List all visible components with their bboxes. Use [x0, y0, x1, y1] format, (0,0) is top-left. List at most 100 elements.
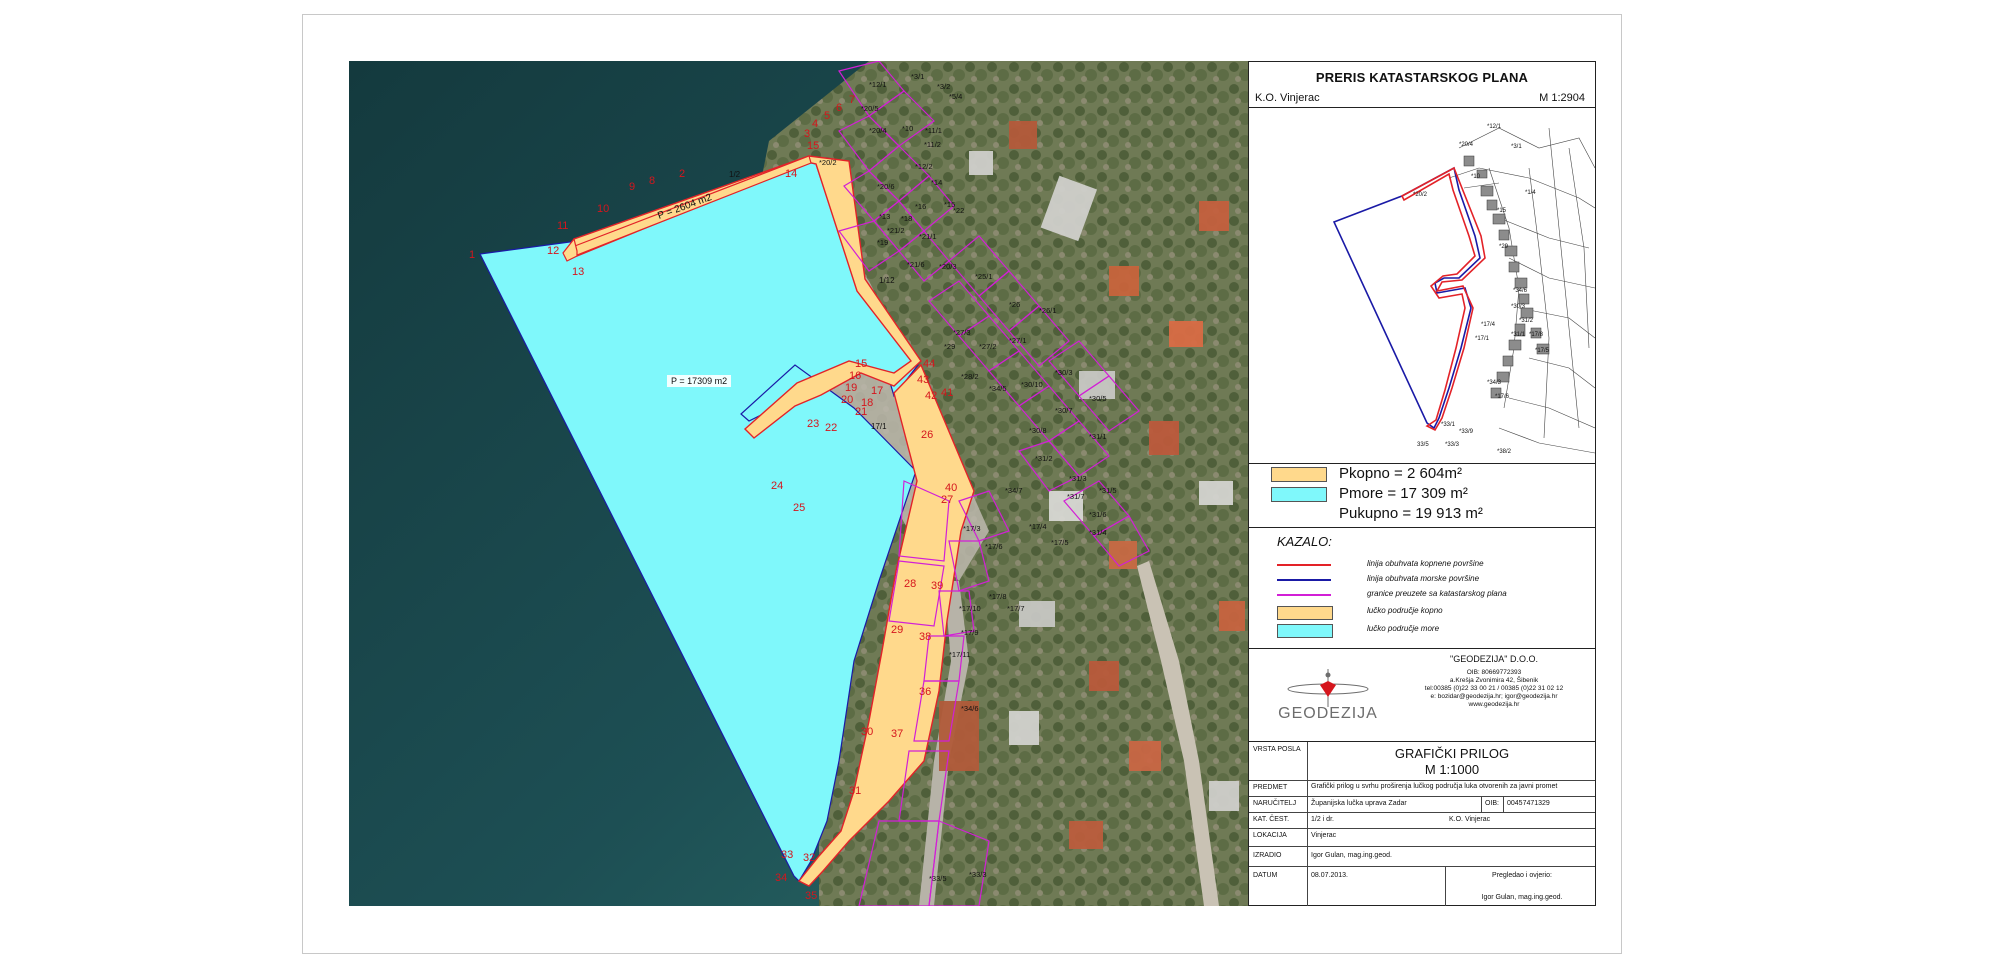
- parcel-number: *11/1: [925, 126, 942, 135]
- parcel-number: *17/4: [1029, 522, 1047, 531]
- panel-title: PRERIS KATASTARSKOG PLANA: [1315, 70, 1529, 85]
- parcel-number: *30/7: [1055, 406, 1073, 415]
- parcel-number: *26/1: [1039, 306, 1057, 315]
- overview-parcel-label: *17/1: [1475, 336, 1490, 342]
- swatch-kopno: [1271, 467, 1327, 482]
- survey-point-label: 2: [679, 168, 685, 180]
- overview-parcel-label: *17/8: [1529, 332, 1544, 338]
- logo-mark-icon: [1287, 669, 1369, 707]
- survey-point-label: 43: [917, 374, 929, 386]
- tb-value: Vinjerac: [1311, 832, 1337, 839]
- overview-parcel-label: *34/6: [1513, 288, 1528, 294]
- tb-value: Igor Gulan, mag.ing.geod.: [1311, 852, 1392, 859]
- parcel-number: *30/3: [1055, 368, 1073, 377]
- parcel-number: *19: [877, 238, 888, 247]
- panel-scale: M 1:2904: [1539, 92, 1585, 104]
- parcel-number: *33/3: [969, 870, 987, 879]
- parcel-number: *27/3: [953, 328, 971, 337]
- tb-kat-row: KAT. ČEST. 1/2 i dr. K.O. Vinjerac: [1249, 812, 1595, 829]
- overview-buildings: [1463, 155, 1550, 399]
- map-canvas: P = 2604 m2 P = 17309 m2 1/2 1/12 17/1 1…: [349, 61, 1248, 906]
- tb-label: KAT. ČEST.: [1253, 816, 1290, 823]
- survey-point-label: 27: [941, 494, 953, 506]
- overview-parcel-label: *15: [1497, 208, 1507, 214]
- survey-point-label: 32: [803, 852, 815, 864]
- survey-point-label: 24: [771, 480, 783, 492]
- tb-vrsta-row: VRSTA POSLA GRAFIČKI PRILOG M 1:1000: [1249, 742, 1595, 781]
- survey-point-label: 38: [919, 631, 931, 643]
- overview-parcel-label: *33/1: [1441, 422, 1456, 428]
- tb-predmet-row: PREDMET Grafički prilog u svrhu proširen…: [1249, 780, 1595, 797]
- parcel-number: *31/2: [1035, 454, 1053, 463]
- parcel-number: *10: [902, 124, 913, 133]
- tb-value: 00457471329: [1507, 800, 1550, 807]
- legend-line-red: [1277, 564, 1331, 566]
- company-block: GEODEZIJA "GEODEZIJA" D.O.O. OIB: 806697…: [1249, 649, 1595, 742]
- company-info-line: OIB: 80669772393: [1466, 669, 1522, 676]
- survey-point-label: 15: [807, 140, 819, 152]
- survey-point-label: 7: [849, 94, 855, 106]
- parcel-number: *33/5: [929, 874, 947, 883]
- survey-point-label: 30: [861, 726, 873, 738]
- survey-point-label: 13: [572, 266, 584, 278]
- parcel-number: *12/2: [915, 162, 933, 171]
- overview-parcel-label: *31/1: [1511, 332, 1526, 338]
- area-more: Pmore = 17 309 m²: [1339, 485, 1468, 502]
- parcel-number: *21/6: [907, 260, 925, 269]
- logo-text: GEODEZIJA: [1278, 705, 1378, 722]
- parcel-number: *34/5: [989, 384, 1007, 393]
- survey-point-label: 22: [825, 422, 837, 434]
- parcel-number: *22: [953, 206, 964, 215]
- survey-point-label: 41: [941, 387, 953, 399]
- overview-canvas: *20/4 *20/2 *12/1 *3/1 *10 *1/4 *15 *29 *34/6 *30…: [1332, 124, 1595, 455]
- tb-label: VRSTA POSLA: [1253, 746, 1301, 753]
- legend-item-sea-fill: lučko područje more: [1277, 624, 1577, 638]
- survey-point-label: 8: [649, 175, 655, 187]
- legend-item-parcel-line: granice preuzete sa katastarskog plana: [1277, 589, 1577, 601]
- company-info-line: www.geodezija.hr: [1468, 701, 1520, 708]
- parcel-number: *25/1: [975, 272, 993, 281]
- survey-point-label: 25: [793, 502, 805, 514]
- parcel-number: *17/11: [949, 650, 970, 659]
- survey-point-label: 28: [904, 578, 916, 590]
- company-name: "GEODEZIJA" D.O.O.: [1450, 654, 1538, 664]
- tb-value: Igor Gulan, mag.ing.geod.: [1481, 894, 1563, 901]
- satellite-map[interactable]: P = 2604 m2 P = 17309 m2 1/2 1/12 17/1 1…: [349, 61, 1248, 906]
- parcel-number: *17/6: [985, 542, 1003, 551]
- parcel-number: *28/2: [961, 372, 979, 381]
- parcel-number: *11/2: [924, 140, 941, 149]
- tb-narucitelj-row: NARUČITELJ Županijska lučka uprava Zadar…: [1249, 796, 1595, 813]
- survey-point-label: 18: [861, 397, 873, 409]
- company-info-line: a.Krešja Zvonimira 42, Šibenik: [1449, 677, 1539, 684]
- legend-label: granice preuzete sa katastarskog plana: [1367, 589, 1507, 598]
- swatch-more: [1271, 487, 1327, 502]
- overview-parcel-label: *34/3: [1487, 380, 1502, 386]
- survey-point-label: 11: [557, 220, 568, 232]
- survey-point-label: 33: [781, 849, 793, 861]
- parcel-number: *26: [1009, 300, 1020, 309]
- overview-land-boundary: [1400, 166, 1486, 432]
- tb-datum-row: DATUM 08.07.2013. Pregledao i ovjerio: I…: [1249, 866, 1595, 906]
- parcel-number: *34/7: [1005, 486, 1023, 495]
- company-info-line: tel:00385 (0)22 33 00 21 / 00385 (0)22 3…: [1424, 685, 1564, 692]
- parcel-number: *17/5: [1051, 538, 1069, 547]
- survey-point-label: 9: [629, 181, 635, 193]
- survey-point-label: 16: [849, 370, 861, 382]
- survey-point-label: 6: [836, 102, 842, 114]
- survey-point-label: 5: [824, 110, 830, 122]
- legend-label: linija obuhvata kopnene površine: [1367, 559, 1484, 568]
- survey-point-label: 23: [807, 418, 819, 430]
- parcel-number: *31/5: [1099, 486, 1117, 495]
- geodezija-logo: GEODEZIJA: [1275, 667, 1381, 731]
- legend-item-land-fill: lučko područje kopno: [1277, 606, 1577, 620]
- parcel-number: *20/6: [877, 182, 895, 191]
- overview-map[interactable]: *20/4 *20/2 *12/1 *3/1 *10 *1/4 *15 *29 *34/6 *30…: [1249, 107, 1595, 464]
- survey-point-label: 12: [547, 245, 559, 257]
- area-kopno: Pkopno = 2 604m²: [1339, 465, 1462, 482]
- overview-parcel-label: *17/4: [1481, 322, 1496, 328]
- survey-point-label: 15: [855, 358, 867, 370]
- tb-lokacija-row: LOKACIJA Vinjerac: [1249, 828, 1595, 847]
- tb-value: Županijska lučka uprava Zadar: [1311, 800, 1407, 807]
- legend-item-sea-line: linija obuhvata morske površine: [1277, 574, 1577, 586]
- parcel-label: 1/12: [879, 276, 895, 285]
